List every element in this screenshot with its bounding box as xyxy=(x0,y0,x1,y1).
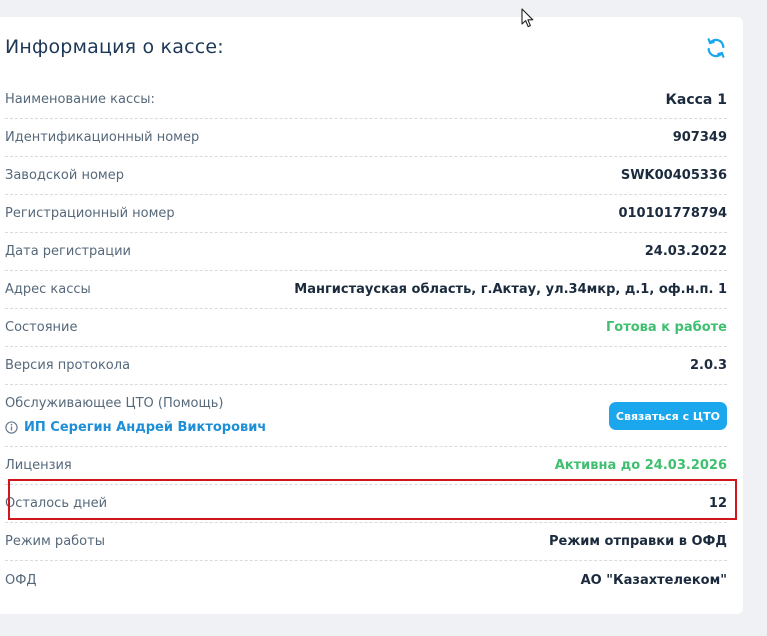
info-row-registration-date: Дата регистрации 24.03.2022 xyxy=(5,233,727,271)
refresh-icon[interactable] xyxy=(705,37,727,59)
panel-title: Информация о кассе: xyxy=(5,36,224,58)
row-label: Идентификационный номер xyxy=(5,130,200,145)
row-label: Наименование кассы: xyxy=(5,92,155,107)
info-row-service-center: Обслуживающее ЦТО (Помощь) ИП Серегин Ан… xyxy=(5,386,727,447)
info-row-id-number: Идентификационный номер 907349 xyxy=(5,119,727,157)
mouse-cursor-icon xyxy=(521,8,534,28)
license-status: Активна до 24.03.2026 xyxy=(554,458,727,473)
info-row-protocol-version: Версия протокола 2.0.3 xyxy=(5,347,727,385)
row-label: Заводской номер xyxy=(5,168,124,183)
info-row-days-left: Осталось дней 12 xyxy=(5,485,727,523)
row-value: 24.03.2022 xyxy=(644,244,727,259)
row-value: АО "Казахтелеком" xyxy=(580,572,727,588)
row-label: Состояние xyxy=(5,320,78,335)
contact-cto-button[interactable]: Связаться с ЦТО xyxy=(608,402,727,430)
row-value: 12 xyxy=(708,496,727,511)
row-value: 2.0.3 xyxy=(689,358,727,373)
row-value: Мангистауская область, г.Актау, ул.34мкр… xyxy=(294,282,727,297)
row-value: SWK00405336 xyxy=(620,168,727,183)
info-row-ofd: ОФД АО "Казахтелеком" xyxy=(5,561,727,599)
service-center-name[interactable]: ИП Серегин Андрей Викторович xyxy=(5,420,266,435)
row-label: Версия протокола xyxy=(5,358,131,373)
info-icon xyxy=(5,421,18,434)
status-badge: Готова к работе xyxy=(606,320,727,335)
row-label: Режим работы xyxy=(5,534,105,549)
row-label: ОФД xyxy=(5,572,37,588)
row-label: Дата регистрации xyxy=(5,244,132,259)
row-value: Касса 1 xyxy=(665,91,727,108)
info-row-registration-number: Регистрационный номер 010101778794 xyxy=(5,195,727,233)
info-row-register-name: Наименование кассы: Касса 1 xyxy=(5,81,727,119)
row-label: Адрес кассы xyxy=(5,282,91,297)
row-value: Режим отправки в ОФД xyxy=(548,534,727,549)
row-value: 907349 xyxy=(672,130,727,145)
service-center-name-text: ИП Серегин Андрей Викторович xyxy=(24,420,267,435)
info-row-work-mode: Режим работы Режим отправки в ОФД xyxy=(5,523,727,561)
row-label: Осталось дней xyxy=(5,496,108,511)
row-label: Обслуживающее ЦТО (Помощь) xyxy=(5,396,224,411)
row-value: 010101778794 xyxy=(618,206,727,221)
info-row-address: Адрес кассы Мангистауская область, г.Акт… xyxy=(5,271,727,309)
row-label: Регистрационный номер xyxy=(5,206,175,221)
info-row-status: Состояние Готова к работе xyxy=(5,309,727,347)
info-row-serial-number: Заводской номер SWK00405336 xyxy=(5,157,727,195)
row-label: Лицензия xyxy=(5,458,72,473)
info-row-license: Лицензия Активна до 24.03.2026 xyxy=(5,447,727,485)
